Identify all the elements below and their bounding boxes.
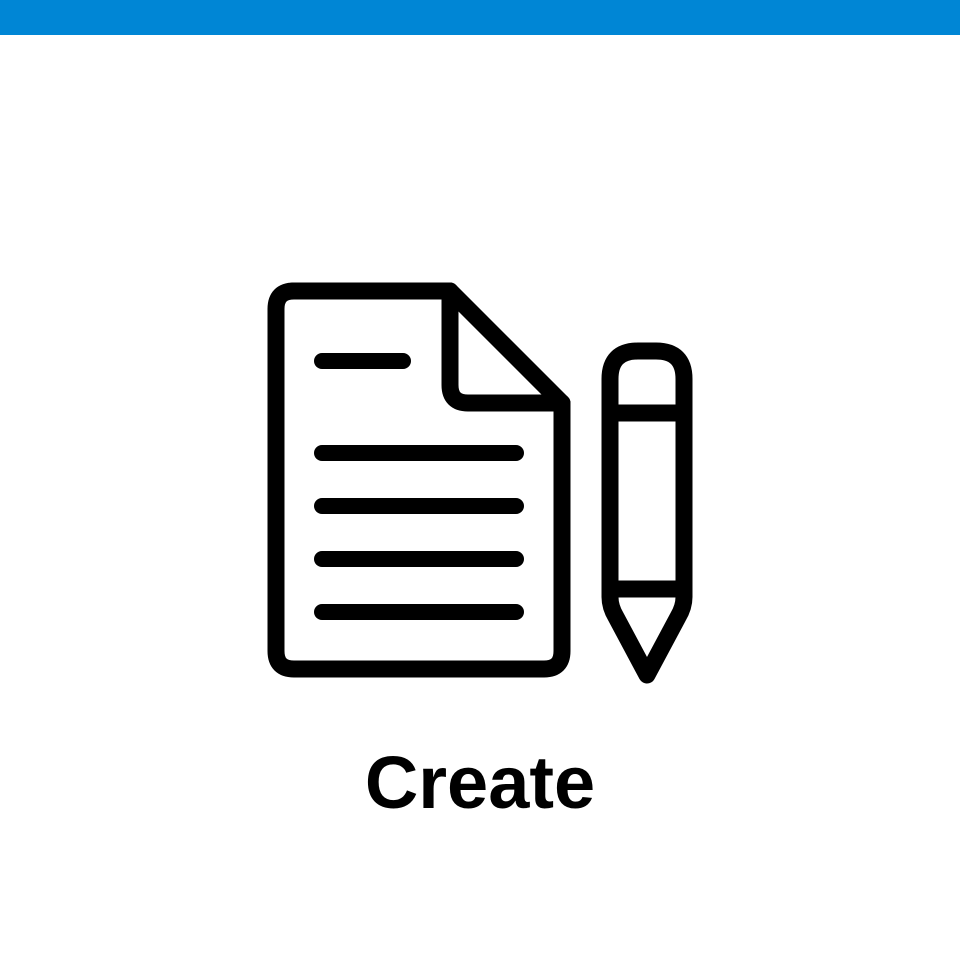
top-accent-bar xyxy=(0,0,960,35)
create-illustration xyxy=(267,282,693,684)
create-tile[interactable]: Create xyxy=(0,35,960,960)
page: Create xyxy=(0,0,960,960)
pencil-icon xyxy=(601,342,693,684)
create-label: Create xyxy=(364,741,596,824)
create-icon-group xyxy=(260,275,700,695)
